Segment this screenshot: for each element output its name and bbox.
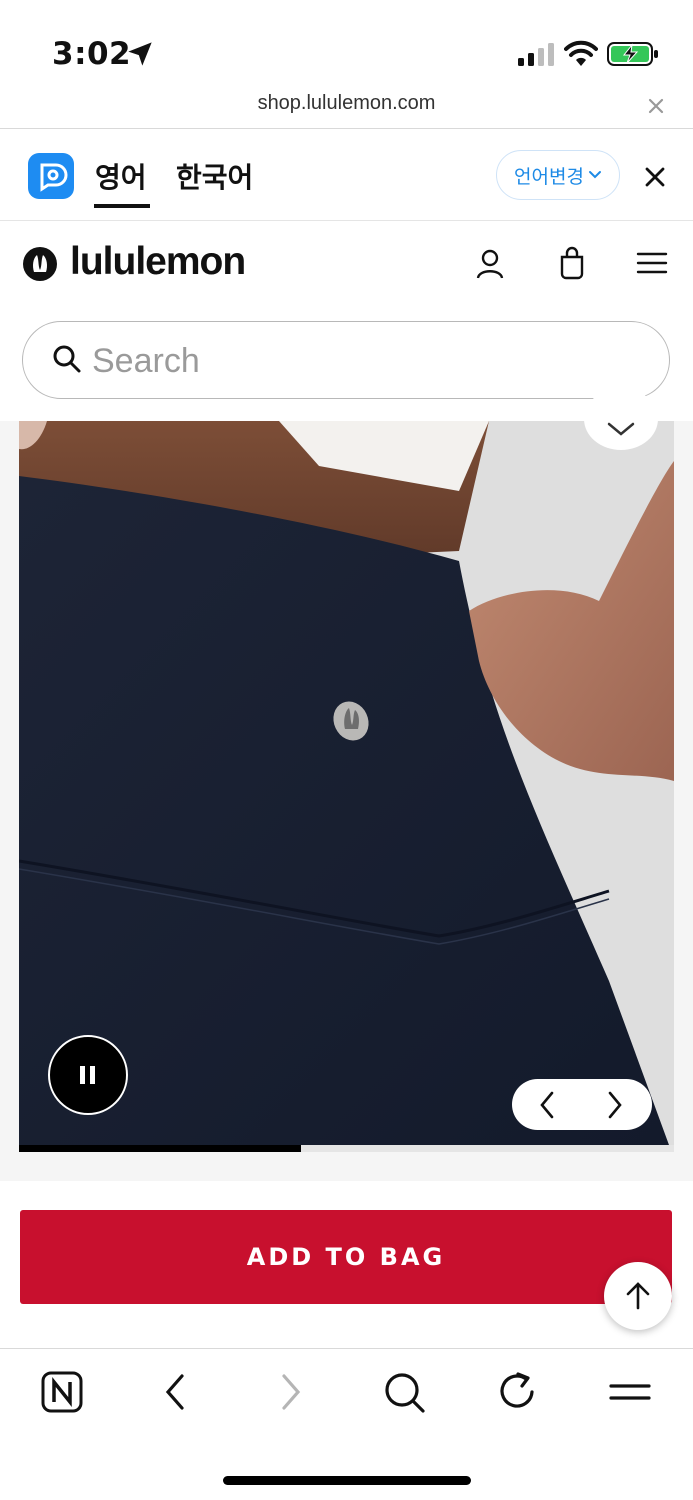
- battery-icon: [607, 42, 658, 66]
- naver-icon[interactable]: [40, 1370, 84, 1414]
- divider: [0, 220, 693, 221]
- hamburger-menu-icon[interactable]: [636, 250, 668, 276]
- heart-icon: [607, 422, 635, 436]
- close-icon[interactable]: [646, 96, 666, 116]
- shopping-bag-icon[interactable]: [556, 246, 588, 280]
- scroll-to-top-button[interactable]: [604, 1262, 672, 1330]
- change-language-label: 언어변경: [514, 165, 584, 188]
- divider: [0, 1348, 693, 1349]
- add-to-bag-button[interactable]: ADD TO BAG: [20, 1210, 672, 1304]
- status-time: 3:02: [52, 36, 132, 72]
- active-tab-underline: [94, 204, 150, 208]
- hamburger-menu-icon[interactable]: [608, 1370, 652, 1414]
- home-indicator: [223, 1476, 471, 1485]
- search-input[interactable]: [90, 338, 654, 384]
- chevron-left-icon[interactable]: [530, 1089, 566, 1121]
- refresh-icon[interactable]: [496, 1370, 540, 1414]
- account-icon[interactable]: [474, 248, 506, 280]
- wishlist-button[interactable]: [584, 388, 658, 450]
- pause-button[interactable]: [48, 1035, 128, 1115]
- brand-wordmark[interactable]: lululemon: [70, 240, 246, 284]
- forward-icon[interactable]: [268, 1370, 312, 1414]
- back-icon[interactable]: [154, 1370, 198, 1414]
- close-translate-button[interactable]: [642, 164, 668, 190]
- location-arrow-icon: [128, 42, 152, 66]
- tab-target-language[interactable]: 한국어: [176, 156, 253, 196]
- search-icon[interactable]: [382, 1370, 426, 1414]
- product-image[interactable]: [19, 421, 674, 1145]
- signal-icon: [518, 43, 554, 66]
- search-icon: [53, 345, 81, 373]
- tab-source-language[interactable]: 영어: [95, 156, 147, 196]
- chevron-right-icon[interactable]: [598, 1089, 634, 1121]
- papago-icon[interactable]: [28, 153, 74, 199]
- arrow-up-icon: [626, 1282, 650, 1310]
- pause-icon: [80, 1066, 95, 1084]
- gallery-progress-fill: [19, 1145, 301, 1152]
- lululemon-logo-icon[interactable]: [22, 246, 58, 282]
- chevron-down-icon: [588, 171, 601, 179]
- wifi-icon: [564, 40, 598, 66]
- change-language-button[interactable]: 언어변경: [496, 150, 620, 200]
- url-text[interactable]: shop.lululemon.com: [0, 92, 693, 115]
- divider: [0, 128, 693, 129]
